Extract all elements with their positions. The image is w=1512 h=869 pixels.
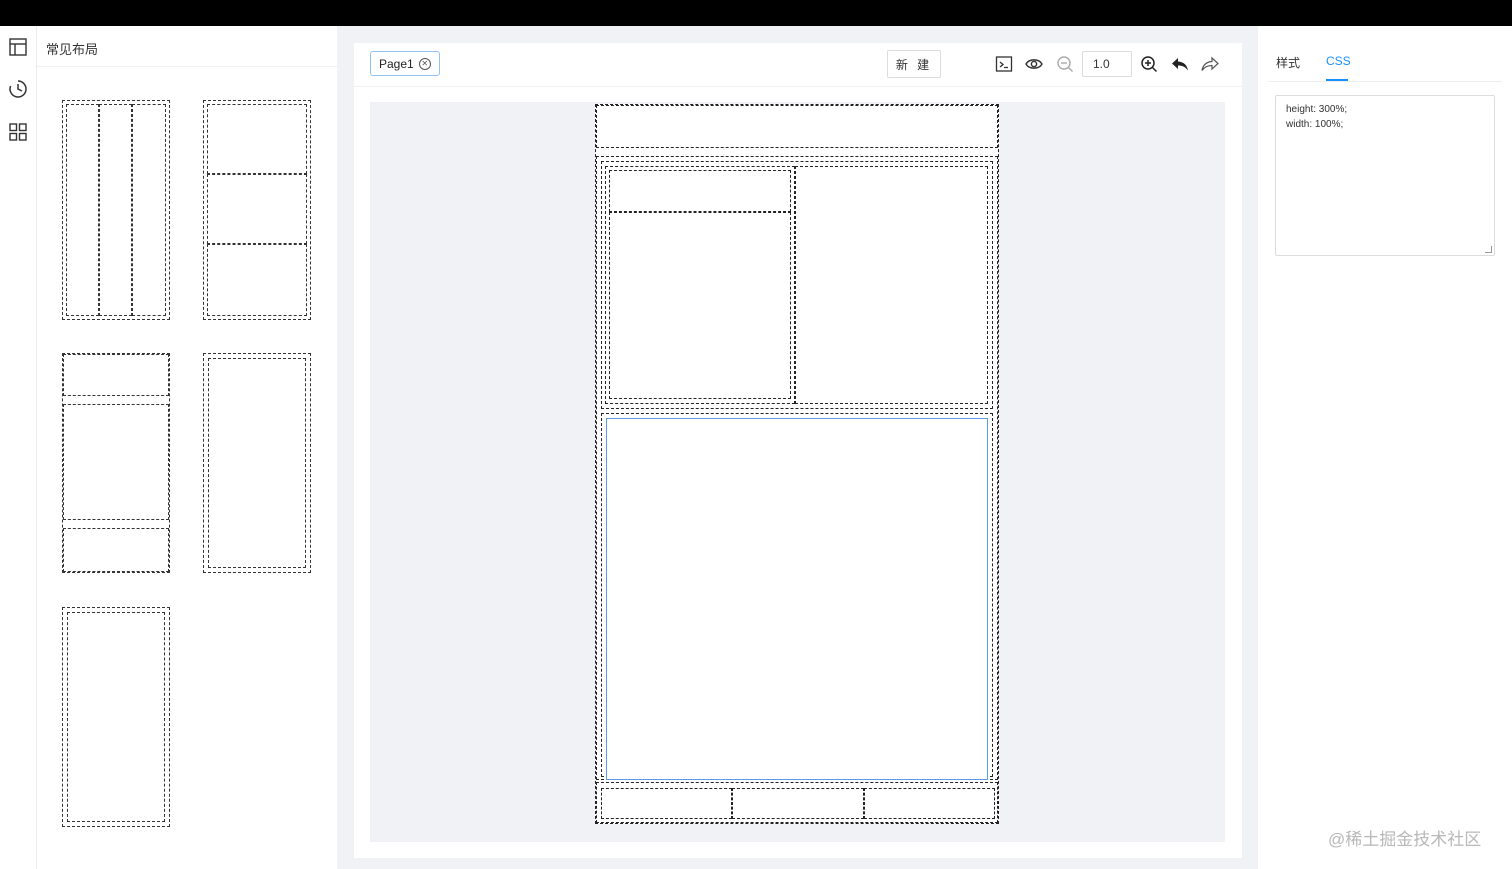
template-row — [207, 244, 307, 316]
layout-document[interactable] — [595, 104, 999, 824]
grid-icon[interactable] — [7, 121, 29, 143]
template-body — [63, 404, 169, 520]
template-row — [207, 174, 307, 244]
tab-css[interactable]: CSS — [1326, 54, 1351, 68]
resize-handle-icon[interactable] — [1485, 246, 1492, 253]
panel-divider — [37, 66, 337, 67]
layout-template-three-rows[interactable] — [203, 100, 311, 320]
template-row — [207, 104, 307, 174]
history-icon[interactable] — [7, 78, 29, 100]
active-tab-indicator — [1326, 79, 1348, 81]
layout-header-block[interactable] — [596, 105, 998, 148]
layout-icon[interactable] — [7, 36, 29, 58]
zoom-in-icon[interactable] — [1139, 54, 1159, 74]
layout-body-container[interactable] — [596, 156, 998, 780]
design-canvas[interactable] — [370, 102, 1225, 842]
layout-left-header[interactable] — [609, 170, 791, 212]
layout-main-section[interactable] — [601, 413, 993, 780]
close-icon[interactable]: ✕ — [418, 57, 431, 70]
new-button[interactable]: 新 建 — [887, 50, 941, 78]
editor-toolbar: Page1 ✕ 新 建 — [354, 43, 1242, 87]
layout-right-column[interactable] — [795, 166, 988, 404]
layout-top-row[interactable] — [601, 161, 993, 409]
page-tab[interactable]: Page1 ✕ — [370, 51, 440, 76]
tab-style[interactable]: 样式 — [1276, 54, 1300, 71]
layout-footer-cell[interactable] — [601, 788, 732, 819]
zoom-out-icon[interactable] — [1055, 54, 1075, 74]
layout-template-single[interactable] — [203, 353, 311, 573]
undo-icon[interactable] — [1170, 54, 1190, 74]
template-footer — [63, 528, 169, 572]
watermark: @稀土掘金技术社区 — [1328, 830, 1482, 849]
redo-icon[interactable] — [1200, 54, 1220, 74]
tabs-divider — [1268, 81, 1502, 82]
page-tab-label: Page1 — [379, 56, 414, 71]
editor-main: Page1 ✕ 新 建 — [354, 43, 1242, 858]
icon-rail — [0, 26, 37, 869]
layout-footer-cell[interactable] — [732, 788, 864, 819]
template-column — [66, 104, 99, 316]
layout-panel: 常见布局 — [37, 26, 337, 869]
preview-eye-icon[interactable] — [1024, 54, 1044, 74]
template-header — [63, 354, 169, 396]
layout-footer-cell[interactable] — [864, 788, 995, 819]
css-line: height: 300%; — [1286, 104, 1348, 115]
layout-selected-block[interactable] — [606, 418, 988, 780]
zoom-input[interactable] — [1082, 51, 1132, 77]
panel-title: 常见布局 — [46, 42, 99, 57]
window-top-bar — [0, 0, 1512, 26]
layout-template-single-2[interactable] — [62, 607, 170, 827]
layout-template-three-columns[interactable] — [62, 100, 170, 320]
properties-panel: 样式 CSS height: 300%; width: 100%; — [1258, 26, 1512, 869]
template-block — [208, 358, 306, 568]
template-block — [67, 612, 165, 822]
css-line: width: 100%; — [1286, 119, 1344, 130]
template-column — [132, 104, 166, 316]
template-column — [99, 104, 132, 316]
layout-left-content[interactable] — [609, 212, 791, 399]
layout-left-column[interactable] — [605, 166, 795, 404]
terminal-icon[interactable] — [994, 54, 1014, 74]
layout-template-header-body-footer[interactable] — [62, 353, 170, 573]
css-editor-textarea[interactable]: height: 300%; width: 100%; — [1275, 95, 1495, 256]
layout-footer-row[interactable] — [596, 782, 998, 823]
